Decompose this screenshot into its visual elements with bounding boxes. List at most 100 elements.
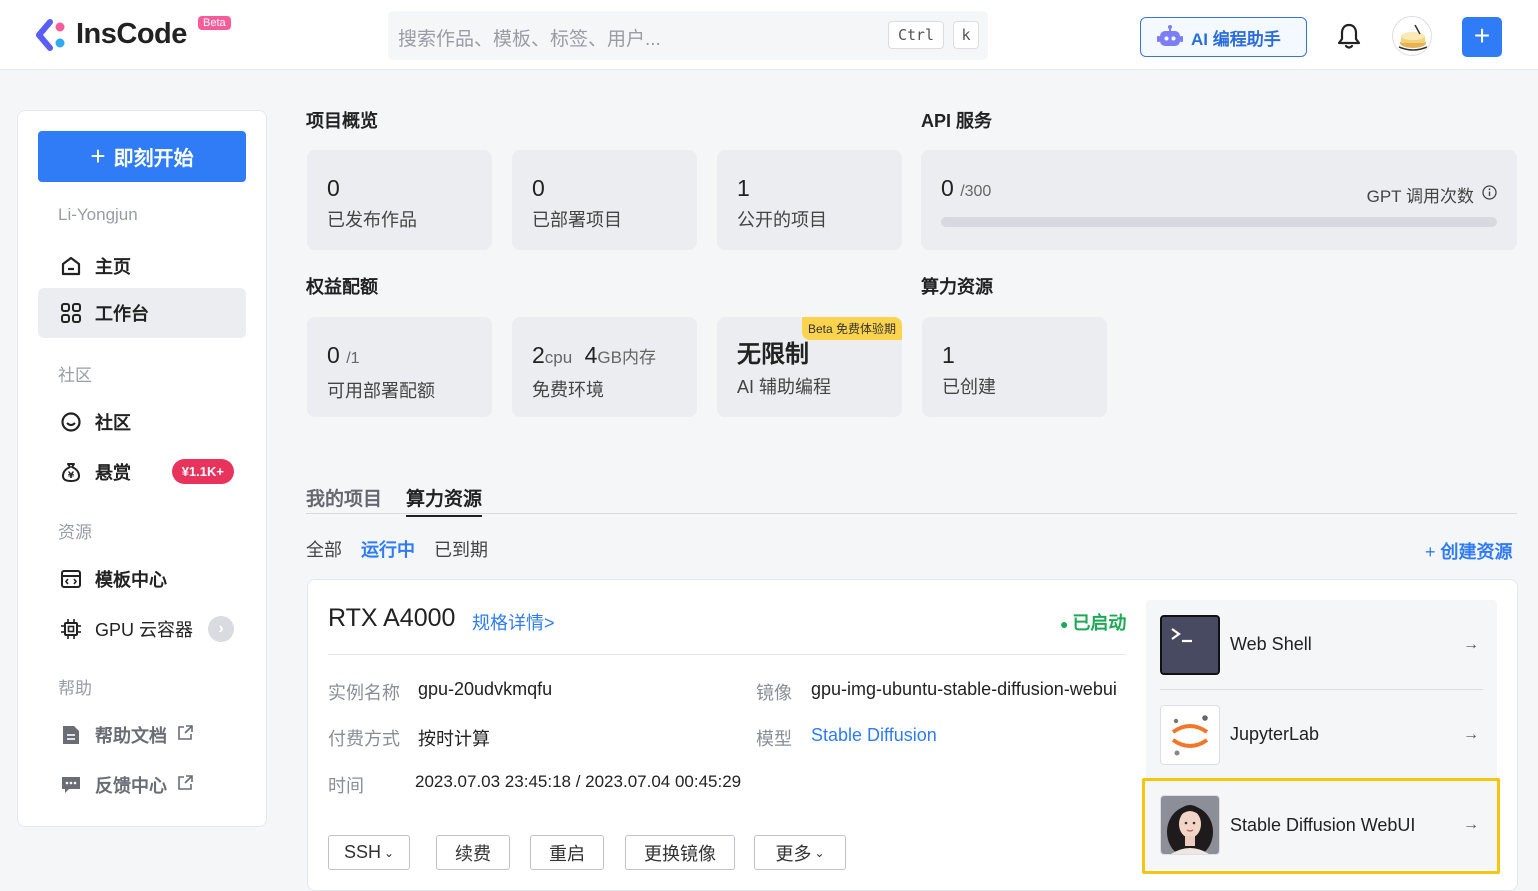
robot-icon [1157,25,1183,46]
username: Li-Yongjun [58,205,138,224]
sidebar-item-feedback[interactable]: 反馈中心 [38,760,246,810]
ai-assistant-button[interactable]: AI 编程助手 [1140,17,1307,57]
sidebar-item-templates[interactable]: 模板中心 [38,554,246,604]
jupyter-icon [1160,704,1220,765]
sidebar-item-gpu-container[interactable]: GPU 云容器 › [38,604,246,654]
filter-expired[interactable]: 已到期 [434,536,488,562]
arrow-right-icon: → [1463,725,1479,743]
sidebar-item-community[interactable]: 社区 [38,397,246,447]
stat-label: AI 辅助编程 [737,377,832,397]
plus-icon: + [1425,542,1441,562]
shortcut-k-key: k [953,21,979,49]
change-image-button[interactable]: 更换镜像 [625,835,735,870]
model-label: 模型 [756,729,792,749]
payment-label: 付费方式 [328,729,400,749]
sidebar-item-label: 社区 [95,413,131,433]
resource-card: RTX A4000 规格详情> ● 已启动 实例名称 gpu-20udvkmqf… [307,579,1518,891]
mem-unit: GB内存 [597,348,656,367]
stat-number: 无限制 [737,341,809,368]
cpu-unit: cpu [544,348,573,367]
tool-name: Stable Diffusion WebUI [1230,814,1416,835]
tool-web-shell[interactable]: Web Shell → [1160,600,1483,690]
terminal-icon [1160,614,1220,675]
ai-button-label: AI 编程助手 [1191,29,1281,49]
resource-name: RTX A4000 [328,604,456,632]
sidebar-item-home[interactable]: 主页 [38,241,246,291]
reward-badge: ¥1.1K+ [171,459,234,484]
filter-all[interactable]: 全部 [306,536,342,562]
payment-value: 按时计算 [418,729,490,749]
stat-card-published[interactable]: 0 已发布作品 [307,150,492,250]
external-link-icon [177,774,193,796]
tools-panel: Web Shell → JupyterLab → Stable Diffusio… [1146,600,1497,870]
button-label: 续费 [455,843,491,864]
tab-compute-resources[interactable]: 算力资源 [406,484,483,517]
stat-card-ai-assist[interactable]: Beta 免费体验期 无限制 AI 辅助编程 [717,317,902,417]
chevron-right-icon[interactable]: › [208,616,234,642]
mem-number: 4 [584,342,598,368]
stat-label: 可用部署配额 [327,381,435,401]
beta-free-tag: Beta 免费体验期 [801,317,902,340]
instance-name-value: gpu-20udvkmqfu [418,679,553,699]
stat-card-deployed[interactable]: 0 已部署项目 [512,150,697,250]
create-plus-button[interactable]: + [1462,17,1502,57]
user-avatar[interactable] [1392,16,1432,56]
tab-my-projects[interactable]: 我的项目 [306,484,382,511]
document-icon [60,724,82,746]
group-label-help: 帮助 [58,679,92,698]
create-resource-label: 创建资源 [1440,542,1513,562]
more-dropdown-button[interactable]: 更多 ⌄ [754,835,846,870]
svg-text:¥: ¥ [68,471,75,481]
button-label: SSH [343,842,381,862]
logo[interactable]: InsCode Beta [36,16,231,51]
status-badge: ● 已启动 [1060,609,1126,635]
inscode-logo-icon [36,18,68,51]
filter-running[interactable]: 运行中 [361,536,415,562]
tool-name: Web Shell [1230,634,1312,654]
grid-icon [60,302,82,324]
api-title: API 服务 [921,111,993,131]
api-label: GPT 调用次数 [1366,187,1474,206]
sidebar-item-help-docs[interactable]: 帮助文档 [38,710,246,760]
stat-number: 0 [327,175,340,201]
stat-card-public[interactable]: 1 公开的项目 [717,150,902,250]
sidebar-item-label: 反馈中心 [95,776,167,796]
tool-jupyterlab[interactable]: JupyterLab → [1160,690,1483,780]
bell-icon[interactable] [1336,22,1362,55]
cpu-number: 2 [532,342,545,368]
sidebar-item-label: GPU 云容器 [95,620,194,640]
chevron-down-icon: ⌄ [383,845,395,860]
smile-icon [60,411,82,433]
sidebar-item-reward[interactable]: ¥ 悬赏 ¥1.1K+ [38,447,246,497]
model-link[interactable]: Stable Diffusion [811,725,937,746]
compute-title: 算力资源 [921,277,993,297]
logo-text: InsCode [76,18,187,50]
start-button-label: 即刻开始 [113,148,194,170]
tool-stable-diffusion-webui[interactable]: Stable Diffusion WebUI → [1160,780,1483,870]
ssh-dropdown-button[interactable]: SSH ⌄ [328,835,410,870]
tab-bar: 我的项目 算力资源 [306,484,1517,517]
stat-label: 公开的项目 [737,210,827,230]
stat-card-deploy-quota[interactable]: 0 /1 可用部署配额 [307,317,492,417]
sidebar-item-workbench[interactable]: 工作台 [38,288,246,338]
start-now-button[interactable]: + 即刻开始 [38,131,246,182]
time-value: 2023.07.03 23:45:18 / 2023.07.04 00:45:2… [415,772,742,791]
restart-button[interactable]: 重启 [530,835,604,870]
shortcut-ctrl-key: Ctrl [888,21,944,49]
search-input[interactable]: 搜索作品、模板、标签、用户... Ctrl k [388,11,988,60]
button-label: 更多 [775,843,812,864]
info-icon[interactable] [1482,184,1497,205]
stat-card-free-env[interactable]: 2cpu 4GB内存 免费环境 [512,317,697,417]
status-text: 已启动 [1072,613,1127,633]
renew-button[interactable]: 续费 [436,835,510,870]
api-usage-progress [941,217,1497,227]
image-label: 镜像 [756,683,792,703]
search-placeholder: 搜索作品、模板、标签、用户... [398,29,661,50]
plus-icon: + [90,141,106,171]
stat-card-compute[interactable]: 1 已创建 [922,317,1107,417]
group-label-community: 社区 [58,366,92,385]
portrait-icon [1160,795,1220,855]
spec-details-link[interactable]: 规格详情> [472,609,555,635]
stat-number: 0 [327,342,340,368]
create-resource-link[interactable]: + 创建资源 [1425,538,1513,564]
